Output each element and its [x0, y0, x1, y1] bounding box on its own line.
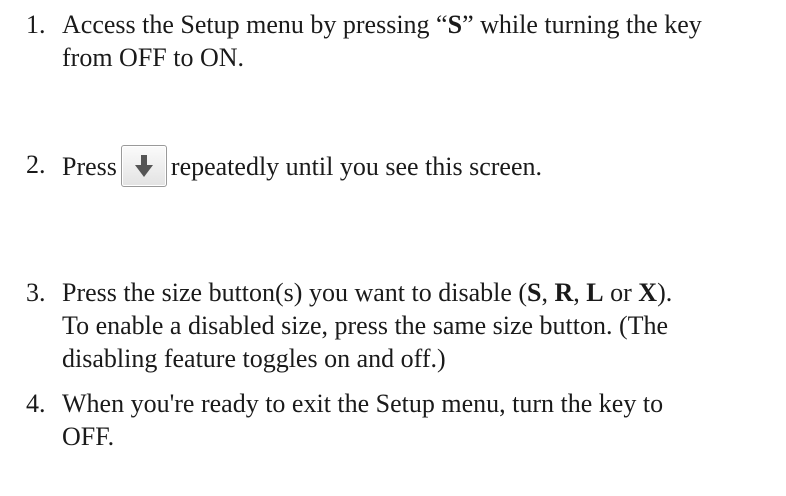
step-text: Press the size button(s) you want to dis… — [62, 276, 782, 375]
text-segment: ). — [657, 278, 673, 307]
step-text: Press repeatedly until you see this scree… — [62, 145, 782, 190]
down-arrow-icon — [134, 155, 153, 177]
step-line: disabling feature toggles on and off.) — [62, 344, 446, 373]
step-line: OFF. — [62, 422, 115, 451]
step-line: When you're ready to exit the Setup menu… — [62, 389, 664, 418]
text-segment: Press — [62, 151, 117, 181]
size-r-label: R — [554, 278, 574, 307]
step-text: Access the Setup menu by pressing “S” wh… — [62, 8, 782, 74]
step-number: 1. — [26, 10, 46, 39]
text-segment: Press the size button(s) you want to dis… — [62, 278, 528, 307]
text-segment: ” while turning the key — [462, 10, 702, 39]
size-x-label: X — [638, 278, 658, 307]
step-line: Access the Setup menu by pressing “S” wh… — [62, 8, 782, 41]
step-number: 2. — [26, 150, 46, 179]
step-number: 3. — [26, 278, 46, 307]
step-line: Press repeatedly until you see this scree… — [62, 145, 782, 190]
key-s-label: S — [447, 10, 463, 39]
text-segment: repeatedly until you see this screen. — [170, 151, 543, 181]
text-segment: Access the Setup menu by pressing “ — [62, 10, 448, 39]
step-number: 4. — [26, 389, 46, 418]
text-segment: , — [541, 278, 555, 307]
size-s-label: S — [527, 278, 542, 307]
step-text: When you're ready to exit the Setup menu… — [62, 387, 782, 453]
step-line: To enable a disabled size, press the sam… — [62, 311, 669, 340]
step-line: Press the size button(s) you want to dis… — [62, 276, 782, 309]
down-arrow-button — [120, 145, 167, 187]
step-line: from OFF to ON. — [62, 43, 245, 72]
text-segment: , — [573, 278, 587, 307]
text-segment: or — [603, 278, 639, 307]
size-l-label: L — [586, 278, 604, 307]
